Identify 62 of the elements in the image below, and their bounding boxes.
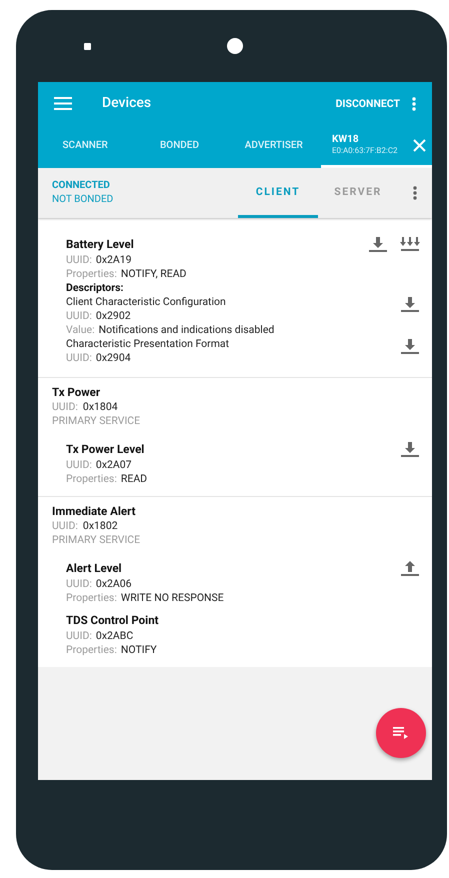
- field-value: NOTIFY: [120, 643, 157, 657]
- item-title: Battery Level: [66, 236, 135, 253]
- upload-icon[interactable]: [400, 560, 420, 576]
- bond-state: NOT BONDED: [52, 193, 114, 207]
- download-icon[interactable]: [400, 441, 420, 457]
- tab-title: KW18: [332, 134, 360, 146]
- field-value: 0x2A06: [96, 577, 132, 591]
- tab-label: ADVERTISER: [244, 138, 303, 152]
- field-label: UUID:: [66, 629, 92, 643]
- field-label: UUID:: [52, 400, 78, 414]
- app-title: Devices: [102, 94, 152, 113]
- field-label: Value:: [66, 323, 95, 337]
- field-label: Properties:: [66, 643, 117, 657]
- field-value: 0x2A19: [96, 253, 132, 267]
- field-value: 0x1802: [82, 519, 118, 533]
- subtab[interactable]: SERVER: [318, 168, 398, 218]
- field-label: UUID:: [66, 577, 92, 591]
- item-title: TDS Control Point: [66, 612, 160, 629]
- field-label: Properties:: [66, 472, 117, 486]
- tab[interactable]: BONDED: [132, 125, 227, 168]
- list-play-icon: [393, 727, 409, 739]
- item-title: Alert Level: [66, 560, 123, 577]
- field-value: 0x2A07: [96, 458, 132, 472]
- field-value: WRITE NO RESPONSE: [120, 591, 224, 605]
- service-type: PRIMARY SERVICE: [52, 414, 142, 428]
- service-type: PRIMARY SERVICE: [52, 533, 142, 547]
- field-value: 0x2904: [96, 351, 131, 365]
- tab-label: BONDED: [160, 138, 199, 152]
- field-value: 0x2902: [96, 309, 131, 323]
- multi-download-icon[interactable]: [400, 236, 420, 252]
- field-label: UUID:: [66, 253, 92, 267]
- field-label: UUID:: [52, 519, 78, 533]
- more-icon[interactable]: [412, 96, 416, 110]
- field-label: Properties:: [66, 591, 117, 605]
- field-label: UUID:: [66, 351, 92, 365]
- connection-state: CONNECTED: [52, 179, 111, 193]
- service-title: Tx Power: [52, 384, 102, 400]
- download-icon[interactable]: [400, 338, 420, 354]
- item-title: Client Characteristic Configuration: [66, 295, 227, 309]
- descriptors-heading: Descriptors:: [66, 281, 124, 295]
- device-address: E0:A0:63:7F:B2:C2: [332, 146, 399, 156]
- tab-label: SCANNER: [62, 138, 108, 152]
- field-value: 0x1804: [82, 400, 118, 414]
- close-icon[interactable]: [412, 138, 426, 152]
- tab[interactable]: ADVERTISER: [226, 125, 321, 168]
- item-title: Characteristic Presentation Format: [66, 337, 230, 351]
- field-label: UUID:: [66, 309, 92, 323]
- item-title: Tx Power Level: [66, 441, 146, 458]
- download-icon[interactable]: [400, 296, 420, 312]
- menu-icon[interactable]: [54, 97, 72, 110]
- tab[interactable]: SCANNER: [38, 125, 132, 168]
- service-title: Immediate Alert: [52, 503, 136, 519]
- field-value: 0x2ABC: [96, 629, 134, 643]
- field-value: Notifications and indications disabled: [98, 323, 274, 337]
- field-label: Properties:: [66, 267, 117, 281]
- log-button[interactable]: [376, 708, 426, 758]
- field-value: NOTIFY, READ: [120, 267, 186, 281]
- download-icon[interactable]: [368, 236, 388, 252]
- field-value: READ: [120, 472, 148, 486]
- more-icon[interactable]: [413, 186, 417, 200]
- field-label: UUID:: [66, 458, 92, 472]
- disconnect-button[interactable]: DISCONNECT: [336, 96, 400, 112]
